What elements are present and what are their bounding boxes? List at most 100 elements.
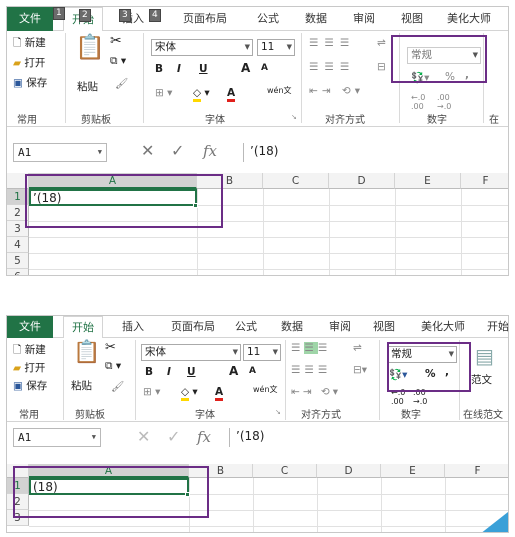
tab-formulas[interactable]: 公式 bbox=[229, 316, 263, 340]
font-color-button[interactable]: A bbox=[215, 386, 224, 401]
format-painter-icon[interactable]: 🖌 bbox=[115, 77, 128, 90]
column-header-d[interactable]: D bbox=[329, 173, 395, 189]
wrap-text-icon[interactable]: ⇌ bbox=[353, 342, 362, 354]
tab-page-layout[interactable]: 页面布局 bbox=[175, 7, 235, 31]
cancel-icon[interactable]: ✕ bbox=[137, 427, 150, 446]
open-button[interactable]: ▰ 打开 bbox=[13, 55, 45, 70]
name-box[interactable]: A1 ▼ bbox=[13, 143, 107, 162]
column-header-d[interactable]: D bbox=[317, 464, 381, 478]
insert-function-button[interactable]: fx bbox=[197, 428, 211, 446]
vertical-align-icons[interactable]: ☰☰☰ bbox=[291, 342, 331, 354]
tab-data[interactable]: 数据 bbox=[275, 316, 309, 340]
enter-icon[interactable]: ✓ bbox=[167, 427, 180, 446]
fill-color-icon[interactable]: ◇ ▾ bbox=[193, 87, 210, 102]
grow-font-button[interactable]: A bbox=[241, 61, 250, 75]
row-header-6[interactable]: 6 bbox=[7, 269, 29, 275]
bold-button[interactable]: B bbox=[155, 63, 163, 75]
column-header-c[interactable]: C bbox=[253, 464, 317, 478]
tab-beautify-master[interactable]: 美化大师 bbox=[441, 7, 497, 31]
italic-button[interactable]: I bbox=[177, 63, 181, 75]
decrease-decimal-icon[interactable]: .00 →.0 bbox=[437, 93, 451, 111]
copy-icon[interactable]: ⧉ ▾ bbox=[110, 55, 126, 68]
chevron-down-icon: ▼ bbox=[244, 43, 250, 51]
gridline bbox=[29, 269, 508, 270]
excel-screenshot-before: 文件 开始 插入 页面布局 公式 数据 审阅 视图 美化大师 1 2 3 4 F… bbox=[6, 6, 509, 276]
save-button[interactable]: ▣ 保存 bbox=[13, 75, 47, 90]
column-header-f[interactable]: F bbox=[445, 464, 508, 478]
chevron-down-icon: ▼ bbox=[91, 433, 96, 441]
group-label-font: 字体 bbox=[195, 410, 215, 421]
copy-icon[interactable]: ⧉ ▾ bbox=[105, 360, 121, 373]
font-family-select[interactable]: 宋体 ▼ bbox=[141, 344, 241, 361]
format-painter-icon[interactable]: 🖌 bbox=[111, 380, 124, 393]
save-button[interactable]: ▣ 保存 bbox=[13, 378, 47, 393]
paste-button[interactable]: 粘贴 bbox=[77, 79, 98, 94]
underline-button[interactable]: U bbox=[187, 366, 196, 378]
phonetic-button[interactable]: wén文 bbox=[253, 384, 278, 395]
formula-input[interactable]: ’(18) bbox=[229, 428, 499, 447]
tab-view[interactable]: 视图 bbox=[395, 7, 429, 31]
italic-button[interactable]: I bbox=[167, 366, 171, 378]
increase-decimal-icon[interactable]: ←.0.00 bbox=[411, 93, 425, 111]
gridline bbox=[461, 189, 462, 275]
folder-icon: ▰ bbox=[13, 57, 22, 69]
row-header-4[interactable]: 4 bbox=[7, 237, 29, 253]
shrink-font-button[interactable]: A bbox=[249, 366, 256, 376]
indent-icons[interactable]: ⇤⇥ ⟲▾ bbox=[309, 85, 364, 97]
column-header-f[interactable]: F bbox=[461, 173, 508, 189]
tab-review[interactable]: 审阅 bbox=[323, 316, 357, 340]
group-label-number: 数字 bbox=[427, 115, 447, 126]
merge-center-icon[interactable]: ⊟ bbox=[377, 61, 386, 73]
horizontal-align-icons[interactable]: ☰☰☰ bbox=[291, 364, 331, 376]
tab-beautify-master[interactable]: 美化大师 bbox=[415, 316, 471, 340]
fanwen-button[interactable]: 范文 bbox=[471, 372, 492, 387]
grow-font-button[interactable]: A bbox=[229, 364, 238, 378]
enter-icon[interactable]: ✓ bbox=[171, 141, 184, 160]
font-family-select[interactable]: 宋体 ▼ bbox=[151, 39, 253, 56]
bold-button[interactable]: B bbox=[145, 366, 153, 378]
paste-icon[interactable]: 📋 bbox=[73, 340, 100, 365]
row-header-5[interactable]: 5 bbox=[7, 253, 29, 269]
tab-insert[interactable]: 插入 bbox=[115, 316, 151, 340]
tab-data[interactable]: 数据 bbox=[299, 7, 333, 31]
indent-icons[interactable]: ⇤⇥ ⟲▾ bbox=[291, 386, 341, 398]
phonetic-button[interactable]: wén文 bbox=[267, 85, 292, 96]
merge-center-icon[interactable]: ⊟▾ bbox=[353, 364, 367, 376]
wrap-text-icon[interactable]: ⇌ bbox=[377, 37, 386, 49]
underline-button[interactable]: U bbox=[199, 63, 208, 75]
column-header-e[interactable]: E bbox=[381, 464, 445, 478]
column-header-e[interactable]: E bbox=[395, 173, 461, 189]
border-icon[interactable]: ⊞ ▾ bbox=[143, 386, 160, 398]
shrink-font-button[interactable]: A bbox=[261, 63, 268, 73]
dialog-launcher-icon[interactable]: ↘ bbox=[275, 408, 281, 416]
tab-page-layout[interactable]: 页面布局 bbox=[163, 316, 223, 340]
font-size-select[interactable]: 11 ▼ bbox=[257, 39, 295, 56]
tab-view[interactable]: 视图 bbox=[367, 316, 401, 340]
horizontal-align-icons[interactable]: ☰☰☰ bbox=[309, 61, 355, 73]
border-icon[interactable]: ⊞ ▾ bbox=[155, 87, 172, 99]
insert-function-button[interactable]: fx bbox=[203, 142, 217, 160]
column-header-c[interactable]: C bbox=[263, 173, 329, 189]
formula-input[interactable]: ’(18) bbox=[243, 143, 503, 162]
vertical-align-icons[interactable]: ☰☰☰ bbox=[309, 37, 355, 49]
cancel-icon[interactable]: ✕ bbox=[141, 141, 154, 160]
paste-button[interactable]: 粘贴 bbox=[71, 378, 92, 393]
tab-review[interactable]: 审阅 bbox=[347, 7, 381, 31]
template-icon[interactable]: ▤ bbox=[475, 344, 494, 368]
tab-start-extra[interactable]: 开始 bbox=[483, 316, 508, 340]
cut-icon[interactable]: ✂ bbox=[110, 33, 122, 49]
tab-file[interactable]: 文件 bbox=[7, 7, 53, 31]
fill-color-icon[interactable]: ◇ ▾ bbox=[181, 386, 198, 401]
tab-file[interactable]: 文件 bbox=[7, 316, 53, 338]
open-button[interactable]: ▰ 打开 bbox=[13, 360, 45, 375]
new-button[interactable]: 🗋 新建 bbox=[13, 342, 46, 360]
font-size-select[interactable]: 11 ▼ bbox=[243, 344, 281, 361]
tab-home[interactable]: 开始 bbox=[63, 316, 103, 339]
new-button[interactable]: 🗋 新建 bbox=[13, 35, 46, 53]
font-color-button[interactable]: A bbox=[227, 87, 236, 102]
cut-icon[interactable]: ✂ bbox=[105, 340, 116, 355]
name-box[interactable]: A1 ▼ bbox=[13, 428, 101, 447]
tab-formulas[interactable]: 公式 bbox=[251, 7, 285, 31]
paste-icon[interactable]: 📋 bbox=[75, 33, 105, 61]
dialog-launcher-icon[interactable]: ↘ bbox=[291, 113, 297, 121]
